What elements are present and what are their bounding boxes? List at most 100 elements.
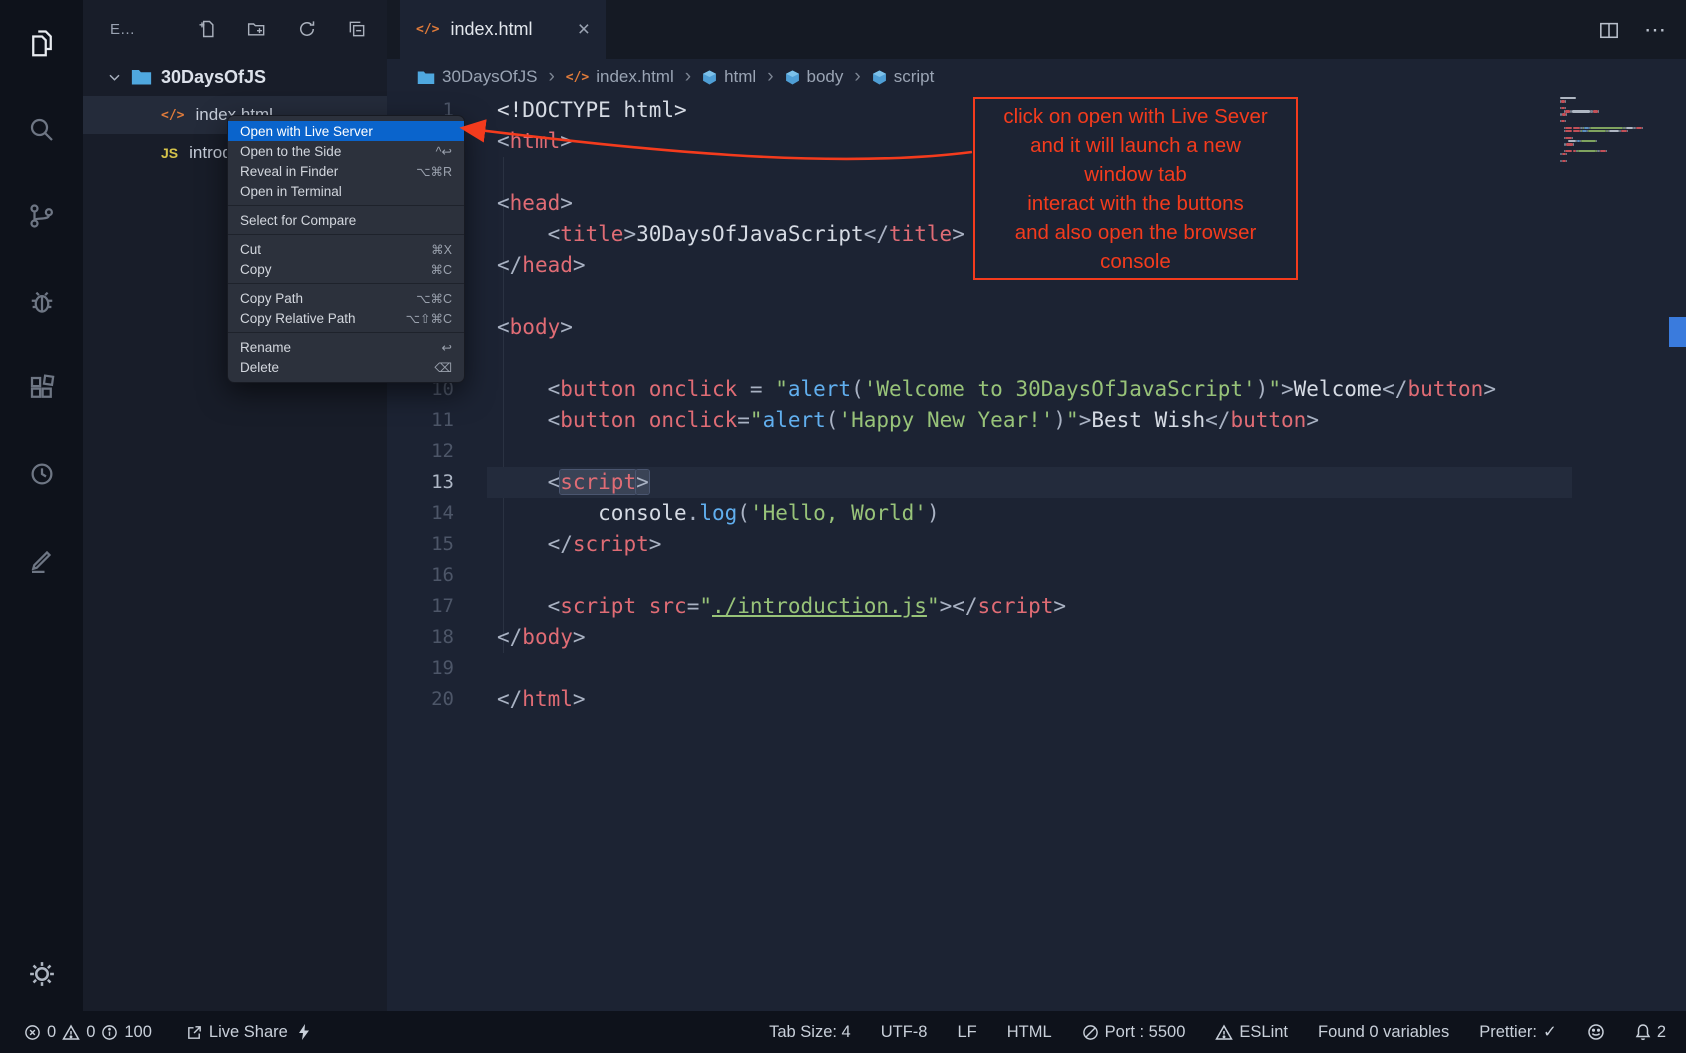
- run-debug-icon[interactable]: [18, 278, 66, 326]
- code-line[interactable]: 20</html>: [387, 684, 1686, 715]
- annotation-box: click on open with Live Severand it will…: [973, 97, 1298, 280]
- breadcrumb: 30DaysOfJS › </> index.html › html › bod…: [387, 59, 1686, 95]
- folder-label: 30DaysOfJS: [161, 67, 266, 88]
- menu-separator: [228, 205, 464, 206]
- js-file-icon: JS: [161, 145, 178, 161]
- status-problems[interactable]: 0 0 100: [24, 1023, 152, 1042]
- split-editor-icon[interactable]: [1598, 20, 1620, 40]
- menu-item-cut[interactable]: Cut⌘X: [228, 239, 464, 259]
- folder-30daysofjs[interactable]: 30DaysOfJS: [83, 58, 387, 96]
- menu-item-rename[interactable]: Rename↩: [228, 337, 464, 357]
- folder-icon: [417, 70, 435, 85]
- context-menu: Open with Live ServerOpen to the Side^↩R…: [227, 115, 465, 383]
- chevron-right-icon: ›: [685, 66, 691, 88]
- menu-item-open-in-terminal[interactable]: Open in Terminal: [228, 181, 464, 201]
- more-actions-icon[interactable]: ⋯: [1644, 19, 1666, 41]
- annotation-line: window tab: [975, 160, 1296, 189]
- source-control-icon[interactable]: [18, 192, 66, 240]
- scrollbar-marker[interactable]: [1669, 317, 1686, 347]
- menu-separator: [228, 283, 464, 284]
- symbol-cube-icon: [702, 70, 717, 85]
- search-icon[interactable]: [18, 106, 66, 154]
- menu-item-delete[interactable]: Delete⌫: [228, 357, 464, 377]
- status-port[interactable]: Port : 5500: [1082, 1023, 1186, 1042]
- bell-icon: [1635, 1023, 1651, 1041]
- new-folder-icon[interactable]: [247, 19, 267, 39]
- code-line[interactable]: 9: [387, 343, 1686, 374]
- menu-separator: [228, 332, 464, 333]
- code-line[interactable]: 14 console.log('Hello, World'): [387, 498, 1686, 529]
- menu-item-open-to-the-side[interactable]: Open to the Side^↩: [228, 141, 464, 161]
- breadcrumb-file[interactable]: </> index.html: [566, 67, 674, 87]
- close-icon[interactable]: ×: [578, 18, 590, 42]
- port-icon: [1082, 1024, 1099, 1041]
- chevron-right-icon: ›: [854, 66, 860, 88]
- breadcrumb-script[interactable]: script: [872, 67, 935, 87]
- annotation-line: click on open with Live Sever: [975, 102, 1296, 131]
- status-variables[interactable]: Found 0 variables: [1318, 1023, 1449, 1042]
- html-file-icon: </>: [416, 22, 439, 37]
- menu-item-select-for-compare[interactable]: Select for Compare: [228, 210, 464, 230]
- status-prettier[interactable]: Prettier: ✓: [1479, 1022, 1557, 1042]
- collapse-all-icon[interactable]: [347, 19, 367, 39]
- breadcrumb-html[interactable]: html: [702, 67, 756, 87]
- html-file-icon: </>: [566, 70, 589, 85]
- refresh-icon[interactable]: [297, 19, 317, 39]
- clock-icon[interactable]: [18, 450, 66, 498]
- menu-item-open-with-live-server[interactable]: Open with Live Server: [228, 121, 464, 141]
- code-line[interactable]: 7: [387, 281, 1686, 312]
- breadcrumb-body[interactable]: body: [785, 67, 844, 87]
- menu-item-copy[interactable]: Copy⌘C: [228, 259, 464, 279]
- code-line[interactable]: 17 <script src="./introduction.js"></scr…: [387, 591, 1686, 622]
- warning-icon: [62, 1024, 80, 1041]
- code-line[interactable]: 10 <button onclick = "alert('Welcome to …: [387, 374, 1686, 405]
- status-eslint[interactable]: ESLint: [1215, 1023, 1288, 1042]
- chevron-right-icon: ›: [548, 66, 554, 88]
- new-file-icon[interactable]: [197, 19, 217, 39]
- status-language[interactable]: HTML: [1007, 1023, 1052, 1042]
- sidebar-title: E…: [110, 21, 135, 38]
- code-line[interactable]: 13 <script>: [387, 467, 1686, 498]
- status-encoding[interactable]: UTF-8: [881, 1023, 928, 1042]
- code-line[interactable]: 19: [387, 653, 1686, 684]
- code-line[interactable]: 15 </script>: [387, 529, 1686, 560]
- check-icon: ✓: [1543, 1022, 1557, 1042]
- tab-index-html[interactable]: </> index.html ×: [400, 0, 606, 59]
- code-line[interactable]: 12: [387, 436, 1686, 467]
- annotation-line: and it will launch a new: [975, 131, 1296, 160]
- menu-item-reveal-in-finder[interactable]: Reveal in Finder⌥⌘R: [228, 161, 464, 181]
- tab-bar: </> index.html × ⋯: [387, 0, 1686, 59]
- minimap-line: [1560, 160, 1660, 163]
- tab-label: index.html: [450, 19, 532, 40]
- extensions-icon[interactable]: [18, 364, 66, 412]
- menu-item-copy-relative-path[interactable]: Copy Relative Path⌥⇧⌘C: [228, 308, 464, 328]
- explorer-icon[interactable]: [18, 20, 66, 68]
- status-notifications[interactable]: 2: [1635, 1023, 1666, 1042]
- code-line[interactable]: 8<body>: [387, 312, 1686, 343]
- folder-icon: [131, 68, 152, 86]
- error-icon: [24, 1024, 41, 1041]
- code-line[interactable]: 11 <button onclick="alert('Happy New Yea…: [387, 405, 1686, 436]
- feedback-smiley-icon[interactable]: [1587, 1023, 1605, 1041]
- status-bar: 0 0 100 Live Share: [0, 1011, 1686, 1053]
- code-line[interactable]: 18</body>: [387, 622, 1686, 653]
- status-eol[interactable]: LF: [957, 1023, 976, 1042]
- info-icon: [101, 1024, 118, 1041]
- symbol-cube-icon: [785, 70, 800, 85]
- bolt-icon[interactable]: [297, 1023, 311, 1041]
- pen-icon[interactable]: [18, 536, 66, 584]
- settings-gear-icon[interactable]: [0, 959, 83, 989]
- vscode-window: E…: [0, 0, 1686, 1053]
- annotation-line: console: [975, 247, 1296, 276]
- menu-separator: [228, 234, 464, 235]
- status-tab-size[interactable]: Tab Size: 4: [769, 1023, 851, 1042]
- menu-item-copy-path[interactable]: Copy Path⌥⌘C: [228, 288, 464, 308]
- warning-icon: [1215, 1024, 1233, 1041]
- status-live-share[interactable]: Live Share: [186, 1023, 288, 1042]
- activity-bar: [0, 0, 83, 1011]
- html-file-icon: </>: [161, 108, 184, 123]
- code-line[interactable]: 16: [387, 560, 1686, 591]
- annotation-line: interact with the buttons: [975, 189, 1296, 218]
- breadcrumb-folder[interactable]: 30DaysOfJS: [417, 67, 537, 87]
- minimap[interactable]: [1560, 97, 1660, 163]
